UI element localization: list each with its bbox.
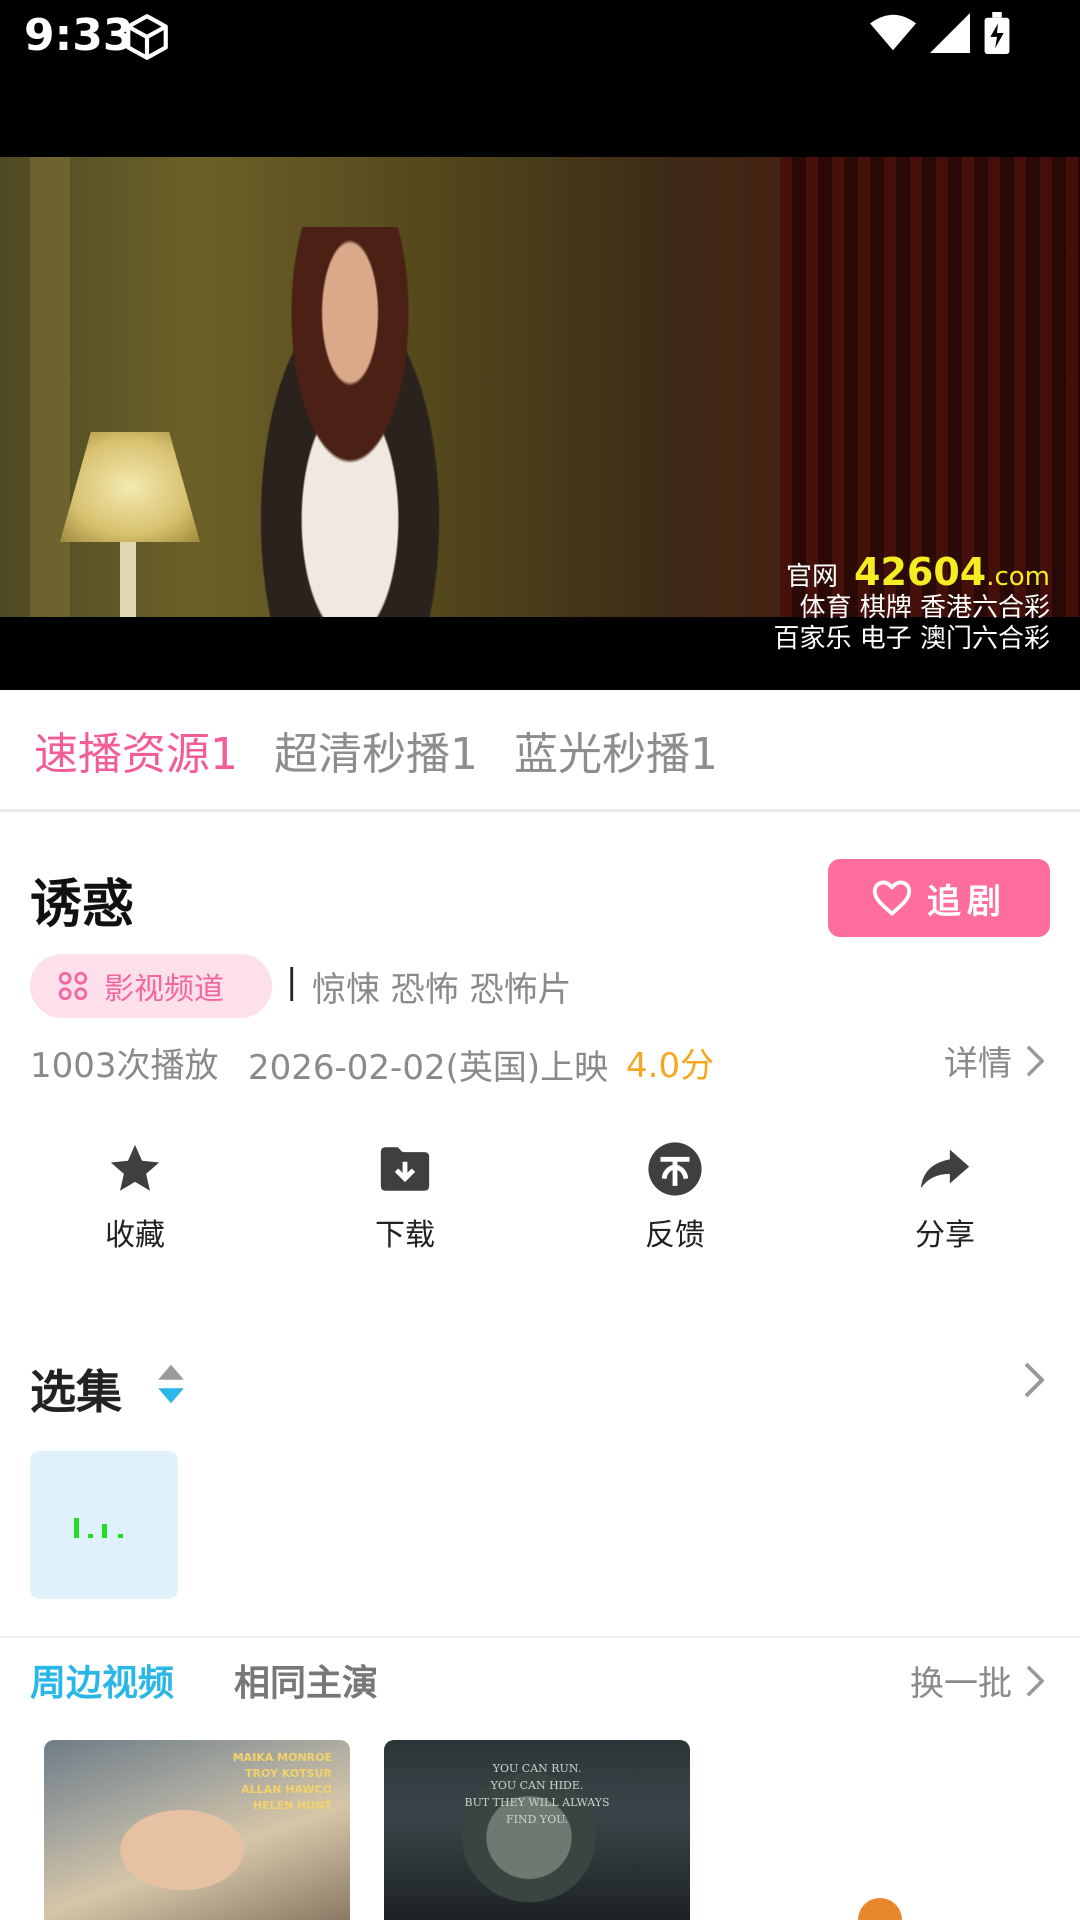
video-watermark: 官网 42604.com 体育 棋牌 香港六合彩 百家乐 电子 澳门六合彩	[773, 553, 1050, 655]
door-frame	[30, 157, 70, 617]
collect-label: 收藏	[105, 1218, 165, 1253]
sort-icon[interactable]	[156, 1362, 186, 1406]
tab-source-2[interactable]: 超清秒播1	[274, 718, 478, 782]
genre-separator: |	[286, 962, 298, 1002]
status-time: 9:33	[24, 10, 134, 61]
episode-item-playing[interactable]	[30, 1451, 178, 1599]
feedback-icon	[648, 1142, 702, 1196]
download-label: 下载	[375, 1218, 435, 1253]
related-poster-1[interactable]: MAIKA MONROE TROY KOTSUR ALLAN HAWCO HEL…	[44, 1740, 350, 1920]
chevron-right-icon	[1026, 1045, 1044, 1076]
rating: 4.0分	[626, 1046, 715, 1086]
download-folder-icon	[380, 1147, 430, 1191]
follow-label: 追剧	[927, 881, 1007, 922]
follow-button[interactable]: 追剧	[828, 859, 1050, 937]
actress-figure	[230, 227, 470, 617]
download-button[interactable]: 下载	[270, 1140, 540, 1270]
watermark-line3: 百家乐 电子 澳门六合彩	[773, 624, 1050, 654]
curtain	[780, 157, 1080, 617]
refresh-label: 换一批	[910, 1664, 1012, 1704]
watermark-domain: .com	[986, 562, 1050, 592]
watermark-number: 42604	[854, 550, 987, 594]
watermark-line2: 体育 棋牌 香港六合彩	[799, 593, 1050, 623]
poster-face	[74, 1780, 254, 1920]
signal-icon	[930, 13, 970, 53]
heart-icon	[872, 880, 912, 916]
tab-same-cast[interactable]: 相同主演	[234, 1654, 378, 1706]
share-icon	[920, 1149, 970, 1189]
movie-title: 诱惑	[30, 875, 135, 935]
chevron-right-icon[interactable]	[1024, 1362, 1044, 1398]
video-frame	[0, 157, 1080, 617]
watermark-official-label: 官网	[785, 562, 838, 592]
share-button[interactable]: 分享	[810, 1140, 1080, 1270]
detail-label: 详情	[944, 1044, 1012, 1084]
related-poster-2[interactable]: YOU CAN RUN. YOU CAN HIDE. BUT THEY WILL…	[384, 1740, 690, 1920]
action-row: 收藏 下载 反馈 分享	[0, 1140, 1080, 1270]
lamp-shade	[60, 432, 200, 542]
detail-link[interactable]: 详情	[944, 1036, 1044, 1085]
play-count: 1003次播放	[30, 1046, 219, 1086]
grid-icon	[58, 971, 88, 1001]
section-divider	[0, 1636, 1080, 1638]
tab-source-3[interactable]: 蓝光秒播1	[514, 718, 718, 782]
channel-label: 影视频道	[104, 972, 224, 1007]
video-player[interactable]: 官网 42604.com 体育 棋牌 香港六合彩 百家乐 电子 澳门六合彩	[0, 157, 1080, 690]
share-label: 分享	[915, 1218, 975, 1253]
tab-related-videos[interactable]: 周边视频	[30, 1654, 174, 1706]
collect-button[interactable]: 收藏	[0, 1140, 270, 1270]
release-date: 2026-02-02(英国)上映	[248, 1048, 609, 1088]
loading-indicator	[858, 1898, 902, 1920]
cube-icon	[126, 14, 168, 60]
star-icon	[110, 1144, 160, 1191]
lamp-pole	[120, 542, 136, 617]
refresh-batch-link[interactable]: 换一批	[910, 1656, 1044, 1705]
poster-credits: MAIKA MONROE TROY KOTSUR ALLAN HAWCO HEL…	[232, 1751, 332, 1812]
feedback-button[interactable]: 反馈	[540, 1140, 810, 1270]
tab-source-1[interactable]: 速播资源1	[34, 718, 238, 782]
source-tabs: 速播资源1 超清秒播1 蓝光秒播1	[0, 690, 1080, 812]
wifi-icon	[870, 14, 916, 51]
feedback-label: 反馈	[645, 1218, 705, 1253]
status-icons	[870, 12, 1010, 54]
genre-tags: 惊悚 恐怖 恐怖片	[312, 970, 572, 1010]
poster-tagline: YOU CAN RUN. YOU CAN HIDE. BUT THEY WILL…	[464, 1762, 610, 1826]
chevron-right-icon	[1026, 1665, 1044, 1696]
status-bar: 9:33	[0, 0, 1080, 157]
episodes-title: 选集	[30, 1365, 122, 1419]
playing-indicator-icon	[74, 1518, 123, 1538]
battery-icon	[984, 12, 1010, 54]
channel-chip[interactable]: 影视频道	[30, 954, 272, 1018]
